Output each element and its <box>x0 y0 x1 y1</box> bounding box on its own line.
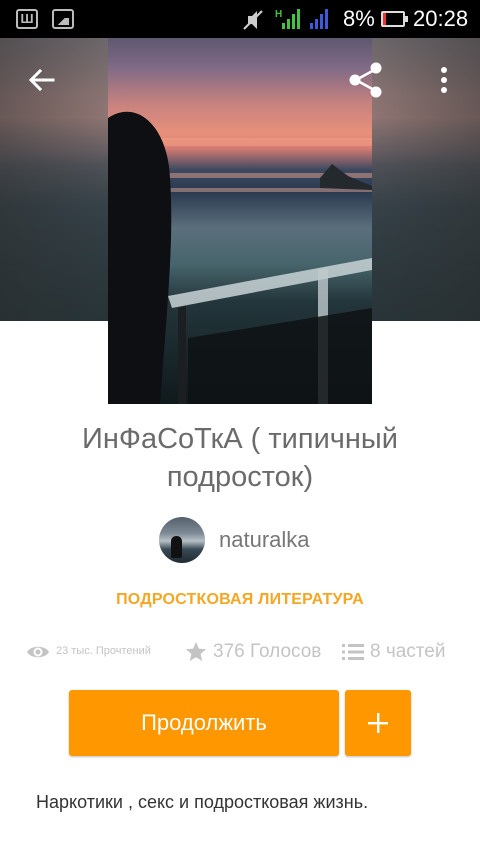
app-w-icon: Ш <box>16 9 38 29</box>
star-icon <box>186 642 206 661</box>
more-options-button[interactable] <box>422 58 466 102</box>
mute-icon <box>243 10 263 30</box>
category-link[interactable]: ПОДРОСТКОВАЯ ЛИТЕРАТУРА <box>0 591 480 609</box>
parts-count: 8 частей <box>370 641 446 662</box>
avatar[interactable] <box>159 517 205 563</box>
continue-reading-button[interactable]: Продолжить <box>69 690 339 756</box>
cover-illustration <box>108 111 372 404</box>
share-button[interactable] <box>344 58 388 102</box>
story-stats: 23 тыс. Прочтений 376 Голосов 8 частей <box>0 640 480 666</box>
plus-icon <box>368 713 388 733</box>
image-icon <box>52 9 74 29</box>
signal-h-icon: H <box>275 9 300 29</box>
story-description: Наркотики , секс и подростковая жизнь. <box>36 792 369 812</box>
status-bar: Ш H 8% 20:28 <box>0 0 480 38</box>
add-to-library-button[interactable] <box>345 690 411 756</box>
battery-percent: 8% <box>343 6 375 31</box>
votes-count: 376 Голосов <box>213 641 322 662</box>
more-vertical-icon <box>441 67 447 93</box>
reads-count: 23 тыс. Прочтений <box>56 645 151 657</box>
signal-icon <box>310 9 328 29</box>
eye-icon <box>27 646 49 658</box>
svg-text:H: H <box>275 9 282 20</box>
battery-icon <box>381 11 408 27</box>
story-title: ИнФаСоТкА ( типичный подросток) <box>82 423 398 493</box>
share-icon <box>349 62 382 98</box>
back-arrow-icon <box>28 68 55 92</box>
back-button[interactable] <box>20 58 64 102</box>
book-cover[interactable] <box>108 38 372 404</box>
list-icon <box>342 644 364 660</box>
clock-time: 20:28 <box>413 6 469 31</box>
author-name[interactable]: naturalka <box>219 527 310 553</box>
